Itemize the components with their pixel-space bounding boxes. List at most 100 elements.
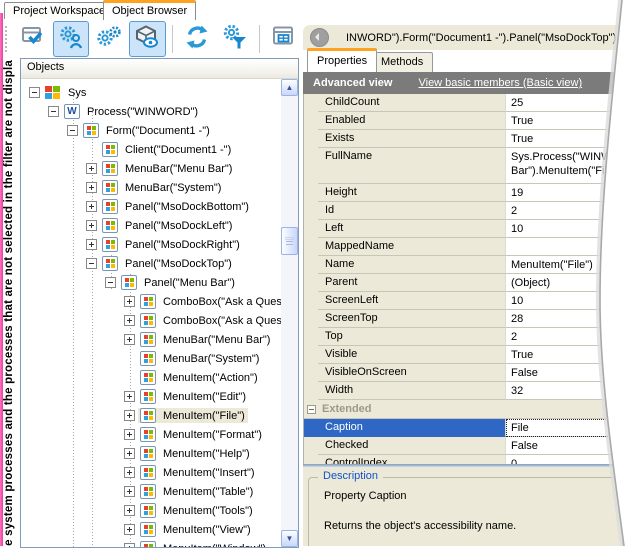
tree-item[interactable]: Sys [21, 83, 281, 102]
property-value[interactable]: (Object) [506, 274, 636, 292]
collapse-group-icon[interactable] [307, 405, 316, 414]
property-value[interactable]: False [506, 364, 636, 382]
show-user-processes-button[interactable] [53, 21, 89, 57]
property-row[interactable]: Name MenuItem("File") [304, 256, 636, 274]
tree-item[interactable]: MenuItem("Action") [21, 368, 281, 387]
tree-item[interactable]: MenuItem("View") [21, 520, 281, 539]
property-value[interactable]: 28 [506, 310, 636, 328]
scroll-up-icon[interactable]: ▲ [281, 79, 298, 96]
property-row[interactable]: Width 32 [304, 382, 636, 400]
property-value[interactable]: 10 [506, 220, 636, 238]
tree-item[interactable]: Panel("MsoDockRight") [21, 235, 281, 254]
filter-settings-button[interactable] [217, 21, 253, 57]
tree-item[interactable]: Panel("Menu Bar") [21, 273, 281, 292]
tab-object-browser[interactable]: Object Browser [103, 0, 196, 20]
property-row[interactable]: ScreenLeft 10 [304, 292, 636, 310]
property-row[interactable]: ScreenTop 28 [304, 310, 636, 328]
property-value[interactable]: Sys.Process("WINWO Bar").MenuItem("File" [506, 148, 636, 184]
tab-methods[interactable]: Methods [371, 52, 433, 72]
property-value[interactable]: 10 [506, 292, 636, 310]
property-value[interactable]: 25 [506, 94, 636, 112]
tree-item[interactable]: Panel("MsoDockLeft") [21, 216, 281, 235]
property-row[interactable]: Exists True [304, 130, 636, 148]
refresh-button[interactable] [179, 21, 215, 57]
expander-icon[interactable] [124, 505, 135, 516]
scrollbar-thumb[interactable] [281, 227, 298, 255]
expander-icon[interactable] [124, 410, 135, 421]
property-value[interactable]: 0 [506, 455, 636, 464]
tab-properties[interactable]: Properties [307, 48, 377, 72]
expander-icon[interactable] [124, 429, 135, 440]
tree-item[interactable]: ComboBox("Ask a Questio [21, 292, 281, 311]
property-value[interactable]: True [506, 112, 636, 130]
property-value[interactable]: MenuItem("File") [506, 256, 636, 274]
tree-item[interactable]: MenuBar("Menu Bar") [21, 330, 281, 349]
show-services-button[interactable] [91, 21, 127, 57]
back-arrow-icon[interactable] [310, 28, 329, 47]
tree-item[interactable]: MenuItem("File") [21, 406, 281, 425]
tree-item[interactable]: Panel("MsoDockTop") [21, 254, 281, 273]
expander-icon[interactable] [86, 182, 97, 193]
property-row[interactable]: Caption File [304, 419, 636, 437]
property-row[interactable]: Height 19 [304, 184, 636, 202]
tree-item[interactable]: MenuBar("System") [21, 178, 281, 197]
expander-icon[interactable] [124, 524, 135, 535]
tree-scrollbar[interactable]: ▲ ▼ [281, 79, 298, 547]
property-row[interactable]: Visible True [304, 346, 636, 364]
expander-icon[interactable] [124, 391, 135, 402]
show-tested-apps-button[interactable] [15, 21, 51, 57]
property-value[interactable]: 19 [506, 184, 636, 202]
property-row[interactable]: ChildCount 25 [304, 94, 636, 112]
property-value[interactable]: 2 [506, 328, 636, 346]
property-row[interactable]: VisibleOnScreen False [304, 364, 636, 382]
property-value[interactable]: 32 [506, 382, 636, 400]
expander-icon[interactable] [86, 258, 97, 269]
property-row[interactable]: Left 10 [304, 220, 636, 238]
expander-icon[interactable] [124, 334, 135, 345]
basic-view-link[interactable]: View basic members (Basic view) [418, 77, 582, 89]
expander-icon[interactable] [67, 125, 78, 136]
expander-icon[interactable] [48, 106, 59, 117]
property-row[interactable]: Top 2 [304, 328, 636, 346]
property-value[interactable]: False [506, 437, 636, 455]
property-row[interactable]: FullName Sys.Process("WINWO Bar").MenuIt… [304, 148, 636, 184]
expander-icon[interactable] [124, 486, 135, 497]
property-value[interactable]: 2 [506, 202, 636, 220]
tree-item[interactable]: W Process("WINWORD") [21, 102, 281, 121]
expander-icon[interactable] [124, 296, 135, 307]
tree-item[interactable]: ComboBox("Ask a Questio [21, 311, 281, 330]
tab-project-workspace[interactable]: Project Workspace [4, 2, 114, 19]
view-object-button[interactable] [129, 21, 165, 57]
expander-icon[interactable] [124, 467, 135, 478]
tree-item[interactable]: MenuItem("Format") [21, 425, 281, 444]
property-row[interactable]: Id 2 [304, 202, 636, 220]
tree-item[interactable]: Panel("MsoDockBottom") [21, 197, 281, 216]
expander-icon[interactable] [29, 87, 40, 98]
property-value[interactable]: File [506, 419, 636, 437]
panel-layout-button[interactable] [266, 21, 302, 57]
tree-item[interactable]: MenuBar("System") [21, 349, 281, 368]
property-value[interactable]: True [506, 130, 636, 148]
expander-icon[interactable] [86, 220, 97, 231]
tree-item[interactable]: MenuItem("Table") [21, 482, 281, 501]
expander-icon[interactable] [124, 448, 135, 459]
scroll-down-icon[interactable]: ▼ [281, 530, 298, 547]
property-group-row[interactable]: Extended [304, 400, 636, 419]
tree-item[interactable]: MenuBar("Menu Bar") [21, 159, 281, 178]
tree-item[interactable]: Form("Document1 -") [21, 121, 281, 140]
property-row[interactable]: Checked False [304, 437, 636, 455]
expander-icon[interactable] [124, 315, 135, 326]
property-row[interactable]: Parent (Object) [304, 274, 636, 292]
tree-item[interactable]: MenuItem("Edit") [21, 387, 281, 406]
expander-icon[interactable] [105, 277, 116, 288]
property-row[interactable]: Enabled True [304, 112, 636, 130]
tree-item[interactable]: Client("Document1 -") [21, 140, 281, 159]
property-value[interactable]: True [506, 346, 636, 364]
tree-item[interactable]: MenuItem("Tools") [21, 501, 281, 520]
tree-item[interactable]: MenuItem("Help") [21, 444, 281, 463]
property-row[interactable]: MappedName [304, 238, 636, 256]
expander-icon[interactable] [124, 543, 135, 547]
property-row[interactable]: ControlIndex 0 [304, 455, 636, 464]
property-value[interactable] [506, 238, 636, 256]
expander-icon[interactable] [86, 163, 97, 174]
